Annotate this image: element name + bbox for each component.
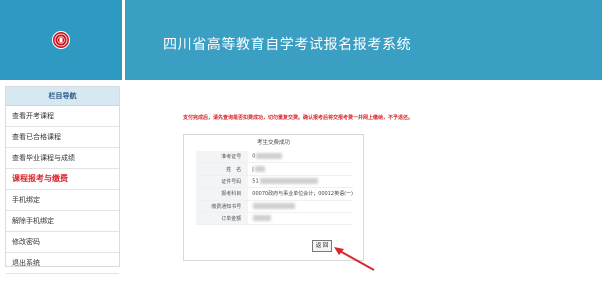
redacted-mask xyxy=(253,215,272,222)
app-header: 四川省高等教育自学考试报名报考系统 xyxy=(0,0,602,80)
subjects-label: 报考科目 xyxy=(196,187,249,201)
sidebar-item-bind-phone[interactable]: 手机绑定 xyxy=(6,190,119,211)
notice-number-value xyxy=(248,200,353,213)
panel-title: 考生交费成功 xyxy=(256,140,290,146)
university-seal-icon xyxy=(52,31,70,49)
name-label: 姓 名 xyxy=(196,162,249,176)
id-number-value: 51 xyxy=(248,175,353,189)
subjects-value: 00070政府与事业单位会计；00012英语(一) xyxy=(248,187,353,201)
table-row: 报考科目 00070政府与事业单位会计；00012英语(一) xyxy=(196,187,353,201)
logo-area xyxy=(0,0,122,80)
table-row: 缴费通知书号 xyxy=(196,200,353,213)
table-row: 准考证号 0 xyxy=(196,151,353,164)
order-amount-label: 订单金额 xyxy=(196,212,249,226)
sidebar-nav: 栏目导航 查看开考课程 查看已合格课程 查看毕业课程与成绩 课程报考与缴费 手机… xyxy=(5,86,120,274)
sidebar-item-change-password[interactable]: 修改密码 xyxy=(6,232,119,253)
name-value: J xyxy=(248,162,353,176)
notice-number-label: 缴费通知书号 xyxy=(196,200,249,213)
app-title: 四川省高等教育自学考试报名报考系统 xyxy=(163,37,412,53)
sidebar-item-logout[interactable]: 退出系统 xyxy=(6,253,119,274)
table-row: 证件号码 51 xyxy=(196,175,353,189)
exam-id-value: 0 xyxy=(248,151,353,164)
redacted-mask xyxy=(259,178,318,185)
payment-notice: 支付完成后，请先查询是否扣费成功，切勿重复交费。确认报考后将交报考费一并网上缴纳… xyxy=(183,115,414,121)
table-row: 订单金额 xyxy=(196,212,353,226)
payment-info-table: 准考证号 0 姓 名 J 证件号码 51 报考科目 00070政府与事业单位会计… xyxy=(196,151,353,226)
red-arrow-annotation-icon xyxy=(334,247,375,271)
table-row: 姓 名 J xyxy=(196,162,353,176)
redacted-mask xyxy=(256,153,283,160)
order-amount-value xyxy=(248,212,353,226)
sidebar-item-course-registration[interactable]: 课程报考与缴费 xyxy=(6,169,119,190)
redacted-mask xyxy=(253,203,296,209)
sidebar-item-passed-courses[interactable]: 查看已合格课程 xyxy=(6,127,119,148)
sidebar-heading: 栏目导航 xyxy=(6,87,119,106)
sidebar-item-open-courses[interactable]: 查看开考课程 xyxy=(6,106,119,127)
return-button[interactable]: 返 回 xyxy=(312,240,332,252)
id-number-label: 证件号码 xyxy=(196,175,249,189)
sidebar-item-unbind-phone[interactable]: 解除手机绑定 xyxy=(6,211,119,232)
payment-result-panel: 考生交费成功 准考证号 0 姓 名 J 证件号码 51 报考科目 00070政府… xyxy=(183,134,364,261)
title-bar: 四川省高等教育自学考试报名报考系统 xyxy=(125,0,602,80)
sidebar-item-graduation-courses[interactable]: 查看毕业课程与成绩 xyxy=(6,148,119,169)
exam-id-label: 准考证号 xyxy=(196,151,249,164)
redacted-mask xyxy=(254,165,265,172)
